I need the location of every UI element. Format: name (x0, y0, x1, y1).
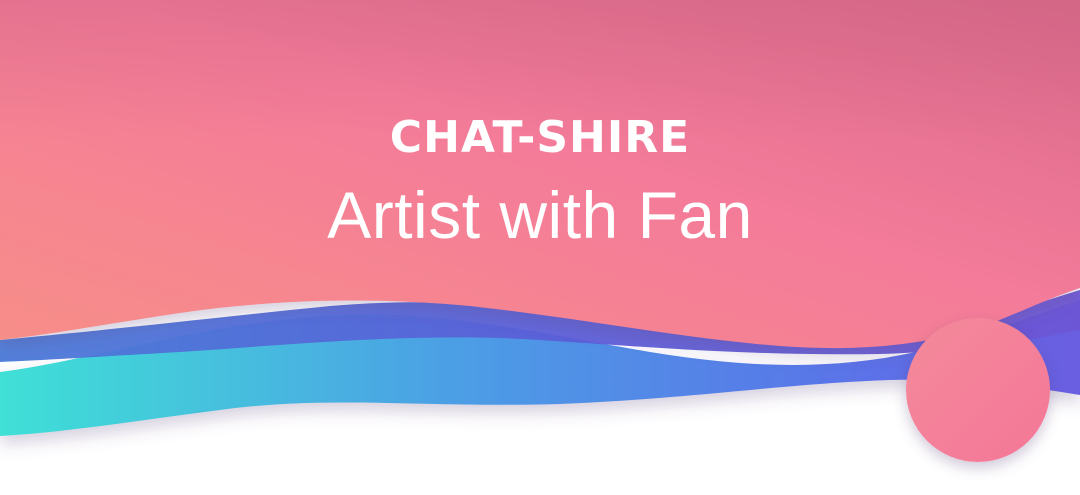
tagline: Artist with Fan (327, 178, 753, 252)
brand-title: CHAT-SHIRE (389, 112, 691, 163)
headline: CHAT-SHIRE Artist with Fan (0, 108, 1080, 256)
pink-circle-button[interactable] (906, 318, 1050, 462)
hero-banner: CHAT-SHIRE Artist with Fan (0, 0, 1080, 495)
